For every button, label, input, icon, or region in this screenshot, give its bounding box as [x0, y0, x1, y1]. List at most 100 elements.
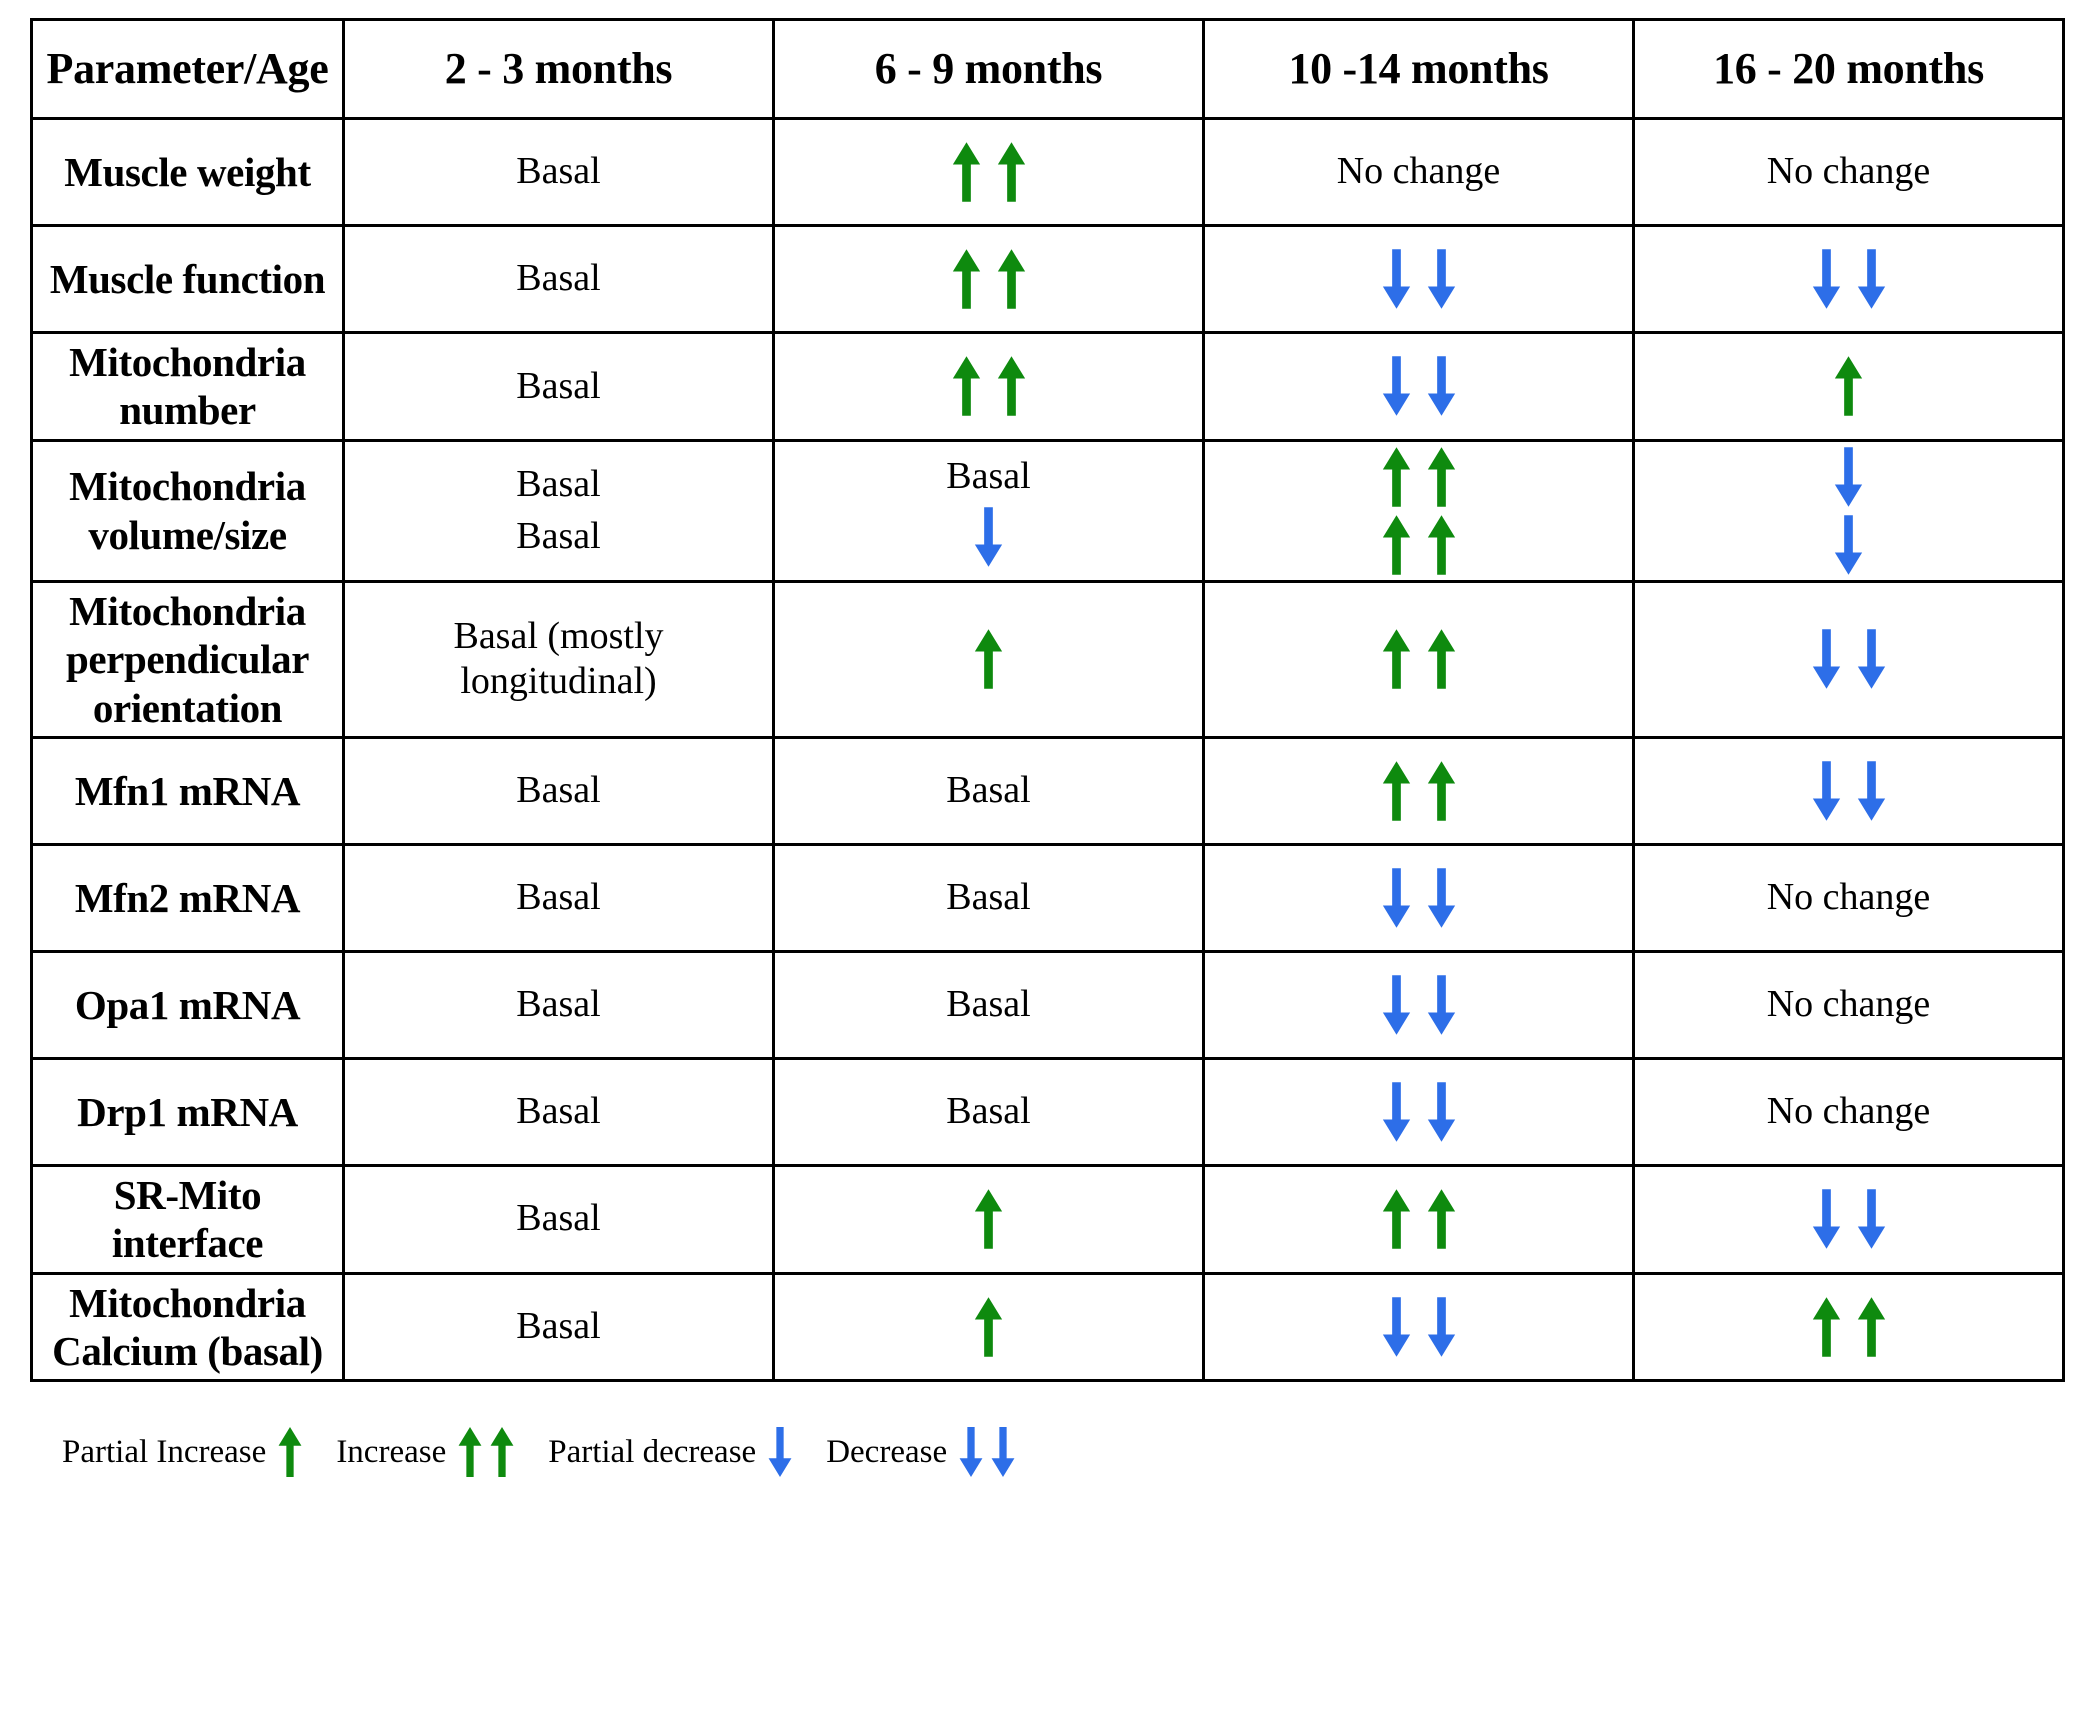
table-page: Parameter/Age 2 - 3 months 6 - 9 months 10 … — [0, 0, 2100, 1722]
decrease-arrows — [1812, 1188, 1886, 1250]
table-cell: Basal — [342, 1056, 775, 1167]
table-cell: Basal — [342, 224, 775, 334]
arrow-up-icon — [952, 142, 980, 202]
legend-label: Partial decrease — [548, 1433, 757, 1470]
arrow-up-icon — [1834, 356, 1863, 417]
cell-text: No change — [1766, 876, 1931, 919]
arrow-down-icon — [1427, 1297, 1455, 1357]
arrow-down-icon — [1812, 249, 1840, 309]
cell-text: Basal — [946, 769, 1031, 812]
arrow-up-icon — [1382, 446, 1410, 507]
table-row: Drp1 mRNA Basal Basal No change — [30, 1056, 2065, 1167]
cell-content — [1211, 628, 1626, 690]
table-cell — [1202, 1271, 1635, 1383]
table-cell: Basal (mostly longitudinal) — [342, 579, 775, 739]
column-header-parameter: Parameter/Age — [30, 18, 345, 120]
cell-text: Basal — [516, 257, 601, 300]
cell-content — [1211, 1081, 1626, 1143]
table-row: Mitochondria perpendicular orientation Ba… — [30, 579, 2065, 739]
arrow-up-icon — [974, 1189, 1003, 1250]
cell-content — [1641, 446, 2056, 576]
cell-content — [1211, 1296, 1626, 1358]
table-cell — [1632, 1163, 2065, 1275]
arrow-down-icon — [1427, 249, 1455, 309]
arrow-up-icon — [974, 1297, 1003, 1357]
table-cell — [1202, 1163, 1635, 1275]
table-row: Opa1 mRNA Basal Basal No change — [30, 949, 2065, 1060]
arrow-down-icon — [1427, 356, 1455, 417]
table-cell — [1632, 735, 2065, 846]
partial-decrease-arrow — [1834, 446, 1863, 508]
cell-content: Basal — [351, 1304, 766, 1350]
row-label: Mfn2 mRNA — [30, 842, 345, 953]
column-header-age-4: 16 - 20 months — [1632, 18, 2065, 120]
arrow-down-icon — [1857, 1189, 1885, 1250]
arrow-up-icon — [974, 629, 1003, 690]
arrow-down-icon — [1857, 761, 1885, 821]
table-cell: Basal — [342, 842, 775, 953]
column-header-age-3: 10 -14 months — [1202, 18, 1635, 120]
table-cell: No change — [1632, 117, 2065, 227]
row-label: Drp1 mRNA — [30, 1056, 345, 1167]
legend-item: Partial decrease — [548, 1426, 792, 1478]
partial-increase-arrow — [974, 1188, 1003, 1250]
arrow-down-icon — [1427, 1082, 1455, 1142]
cell-content — [781, 628, 1196, 690]
cell-text: Basal — [946, 983, 1031, 1026]
partial-increase-arrow — [278, 1426, 302, 1478]
table-cell: Basal — [342, 1163, 775, 1275]
cell-content: Basal Basal — [351, 462, 766, 559]
arrow-down-icon — [1857, 249, 1885, 309]
increase-arrows — [1382, 446, 1456, 508]
increase-arrows — [1382, 760, 1456, 822]
cell-text: Basal (mostly longitudinal) — [453, 614, 664, 703]
row-label: SR-Mito interface — [30, 1163, 345, 1275]
legend-label: Partial Increase — [62, 1433, 267, 1470]
cell-content: Basal — [351, 149, 766, 195]
cell-content: No change — [1641, 1089, 2056, 1135]
arrow-down-icon — [768, 1427, 792, 1478]
table-cell: Basal — [772, 949, 1205, 1060]
cell-content: Basal — [351, 875, 766, 921]
table-cell: No change — [1632, 949, 2065, 1060]
increase-arrows — [458, 1426, 514, 1478]
cell-content: Basal — [351, 1196, 766, 1242]
table-cell — [772, 224, 1205, 334]
row-label: Muscle weight — [30, 117, 345, 227]
arrow-up-icon — [1427, 761, 1455, 821]
cell-content — [1641, 628, 2056, 690]
decrease-arrows — [1382, 1296, 1456, 1358]
arrow-down-icon — [1382, 249, 1410, 309]
table-cell — [1202, 331, 1635, 442]
cell-content — [1211, 974, 1626, 1036]
table-cell: Basal — [772, 438, 1205, 583]
table-row: Muscle weight Basal No change No change — [30, 117, 2065, 227]
arrow-down-icon — [1834, 446, 1863, 507]
table-cell — [1202, 1056, 1635, 1167]
cell-content — [1641, 760, 2056, 822]
cell-content: No change — [1641, 149, 2056, 195]
legend-item: Partial Increase — [62, 1426, 302, 1478]
arrow-up-icon — [997, 249, 1025, 309]
table-cell: Basal — [342, 949, 775, 1060]
table-cell: Basal — [342, 331, 775, 442]
table-cell — [1202, 735, 1635, 846]
decrease-arrows — [1382, 1081, 1456, 1143]
table-cell — [1632, 224, 2065, 334]
cell-text: Basal — [516, 150, 601, 193]
table-row: Mitochondria number Basal — [30, 331, 2065, 442]
cell-content — [1211, 760, 1626, 822]
cell-content — [781, 1188, 1196, 1250]
partial-increase-arrow — [1834, 355, 1863, 417]
cell-content: No change — [1211, 149, 1626, 195]
cell-content: No change — [1641, 982, 2056, 1028]
table-cell: No change — [1632, 1056, 2065, 1167]
cell-text: Basal — [946, 454, 1031, 497]
arrow-down-icon — [1382, 356, 1410, 417]
table-cell: Basal — [342, 735, 775, 846]
cell-content — [1211, 355, 1626, 417]
table-cell — [772, 331, 1205, 442]
cell-content: Basal — [781, 454, 1196, 568]
table-cell — [1202, 949, 1635, 1060]
arrow-up-icon — [1382, 629, 1410, 690]
